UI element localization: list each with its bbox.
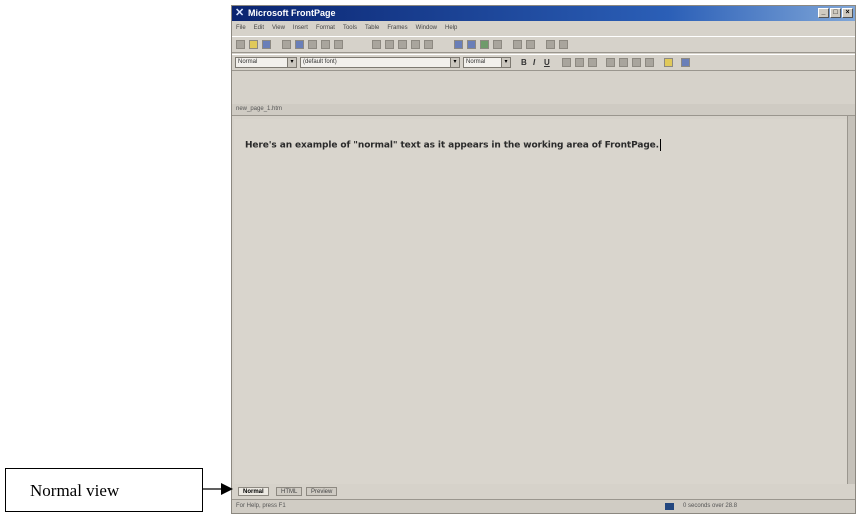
new-page-icon[interactable] <box>236 40 245 49</box>
highlight-color-icon[interactable] <box>664 58 673 67</box>
align-center-icon[interactable] <box>575 58 584 67</box>
refresh-icon[interactable] <box>513 40 522 49</box>
status-help-text: For Help, press F1 <box>236 503 286 509</box>
style-select[interactable]: Normal ▾ <box>235 57 297 68</box>
menu-tools[interactable]: Tools <box>343 22 357 35</box>
menu-file[interactable]: File <box>236 22 246 35</box>
preview-icon[interactable] <box>321 40 330 49</box>
print-icon[interactable] <box>308 40 317 49</box>
close-button[interactable]: × <box>842 8 853 18</box>
font-color-icon[interactable] <box>681 58 690 67</box>
minimize-button[interactable]: _ <box>818 8 829 18</box>
numbering-icon[interactable] <box>606 58 615 67</box>
standard-toolbar <box>232 36 855 53</box>
spelling-icon[interactable] <box>334 40 343 49</box>
normal-paragraph: Here's an example of "normal" text as it… <box>245 140 659 151</box>
font-select[interactable]: (default font) ▾ <box>300 57 460 68</box>
insert-component-icon[interactable] <box>454 40 463 49</box>
window-title: Microsoft FrontPage <box>248 8 336 18</box>
frontpage-window: ✕ Microsoft FrontPage _ □ × File Edit Vi… <box>231 5 856 514</box>
insert-image-icon[interactable] <box>480 40 489 49</box>
menu-window[interactable]: Window <box>416 22 437 35</box>
align-left-icon[interactable] <box>562 58 571 67</box>
copy-icon[interactable] <box>385 40 394 49</box>
redo-icon[interactable] <box>424 40 433 49</box>
chevron-down-icon: ▾ <box>287 58 296 67</box>
show-all-icon[interactable] <box>546 40 555 49</box>
status-bar: For Help, press F1 0 seconds over 28.8 <box>232 499 855 513</box>
publish-icon[interactable] <box>282 40 291 49</box>
underline-button[interactable]: U <box>544 57 550 68</box>
text-caret <box>659 139 661 151</box>
font-size-select-value: Normal <box>466 59 486 65</box>
hyperlink-icon[interactable] <box>493 40 502 49</box>
bold-button[interactable]: B <box>521 57 527 68</box>
window-controls: _ □ × <box>818 8 853 18</box>
font-size-select[interactable]: Normal ▾ <box>463 57 511 68</box>
help-icon[interactable] <box>559 40 568 49</box>
status-download-time: 0 seconds over 28.8 <box>683 503 738 509</box>
chevron-down-icon: ▾ <box>501 58 510 67</box>
open-icon[interactable] <box>249 40 258 49</box>
style-select-value: Normal <box>238 59 258 65</box>
view-tabs: Normal HTML Preview <box>232 487 855 497</box>
folder-list-icon[interactable] <box>295 40 304 49</box>
connection-icon <box>665 503 674 510</box>
menu-format[interactable]: Format <box>316 22 335 35</box>
menu-edit[interactable]: Edit <box>254 22 264 35</box>
document-body-text[interactable]: Here's an example of "normal" text as it… <box>245 139 661 151</box>
menu-help[interactable]: Help <box>445 22 457 35</box>
document-tab-bar: new_page_1.htm <box>232 104 855 116</box>
menu-frames[interactable]: Frames <box>387 22 407 35</box>
align-right-icon[interactable] <box>588 58 597 67</box>
bullets-icon[interactable] <box>619 58 628 67</box>
chevron-down-icon: ▾ <box>450 58 459 67</box>
vertical-scrollbar[interactable] <box>847 116 855 484</box>
menu-table[interactable]: Table <box>365 22 379 35</box>
callout-arrow-icon <box>203 483 233 495</box>
tab-html[interactable]: HTML <box>276 487 303 496</box>
callout-label: Normal view <box>30 481 120 500</box>
paste-icon[interactable] <box>398 40 407 49</box>
stop-icon[interactable] <box>526 40 535 49</box>
title-bar: ✕ Microsoft FrontPage _ □ × <box>232 6 855 21</box>
menu-view[interactable]: View <box>272 22 285 35</box>
tab-preview[interactable]: Preview <box>306 487 338 496</box>
editing-area[interactable]: Here's an example of "normal" text as it… <box>234 119 847 484</box>
insert-table-icon[interactable] <box>467 40 476 49</box>
increase-indent-icon[interactable] <box>645 58 654 67</box>
menu-bar: File Edit View Insert Format Tools Table… <box>232 22 855 35</box>
save-icon[interactable] <box>262 40 271 49</box>
menu-insert[interactable]: Insert <box>293 22 308 35</box>
maximize-button[interactable]: □ <box>830 8 841 18</box>
undo-icon[interactable] <box>411 40 420 49</box>
decrease-indent-icon[interactable] <box>632 58 641 67</box>
frontpage-app-icon: ✕ <box>235 7 245 19</box>
italic-button[interactable]: I <box>533 57 535 68</box>
formatting-toolbar: Normal ▾ (default font) ▾ Normal ▾ B I U <box>232 54 855 71</box>
callout-box: Normal view <box>5 468 203 512</box>
tab-normal[interactable]: Normal <box>238 487 269 496</box>
document-tab[interactable]: new_page_1.htm <box>236 106 282 112</box>
cut-icon[interactable] <box>372 40 381 49</box>
font-select-value: (default font) <box>303 59 337 65</box>
